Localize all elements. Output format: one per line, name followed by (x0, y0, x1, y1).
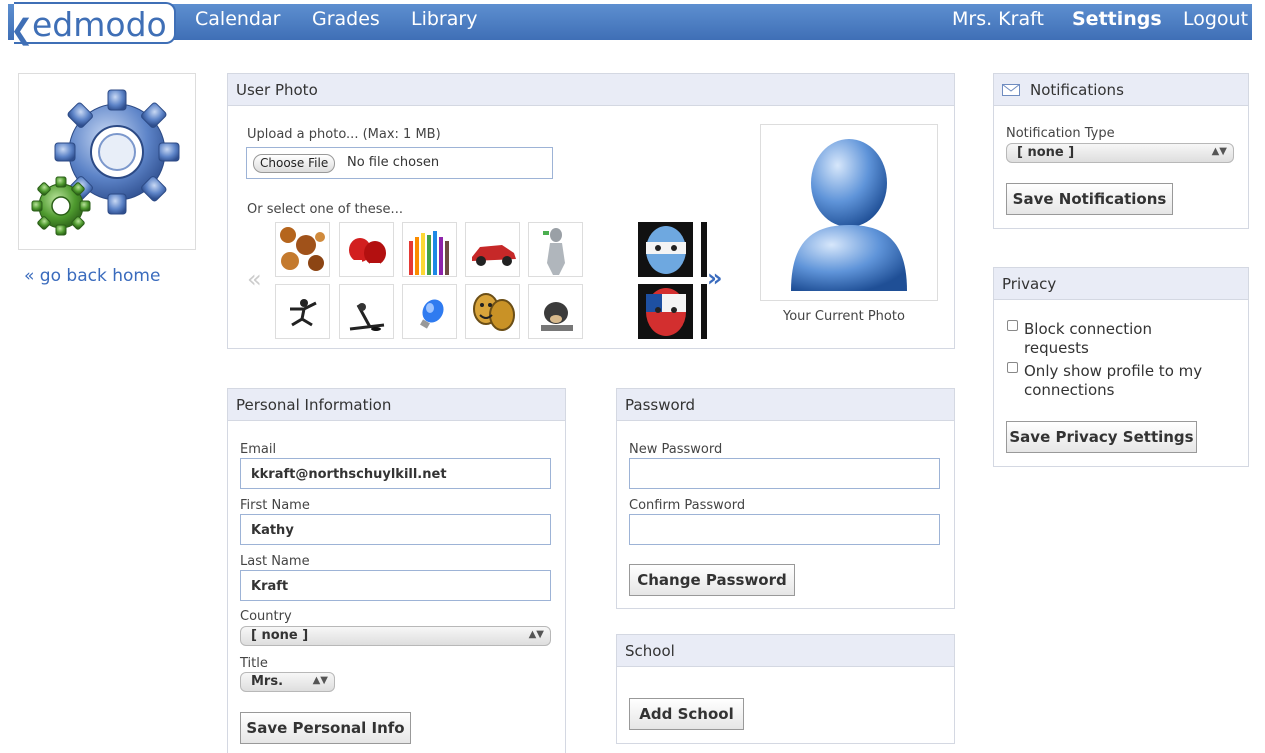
nav-settings-link[interactable]: Settings (1072, 8, 1162, 30)
file-upload-field[interactable]: Choose File No file chosen (246, 147, 553, 179)
school-header: School (617, 635, 954, 667)
boxing-gloves-icon (349, 238, 386, 271)
avatar-option-statue[interactable] (528, 222, 583, 277)
nav-user-name-link[interactable]: Mrs. Kraft (952, 8, 1044, 30)
title-label: Title (240, 656, 268, 671)
only-show-profile-checkbox[interactable] (1007, 362, 1018, 373)
only-show-profile-label-line2: connections (1024, 381, 1115, 399)
avatar-option-dog[interactable] (528, 284, 583, 339)
notifications-header: Notifications (994, 74, 1248, 106)
select-arrows-icon: ▲▼ (528, 629, 544, 640)
choose-file-button[interactable]: Choose File (253, 154, 336, 173)
save-notifications-button[interactable]: Save Notifications (1006, 183, 1173, 215)
avatar-option-dots[interactable] (275, 222, 330, 277)
new-password-field[interactable] (629, 458, 940, 489)
confirm-password-label: Confirm Password (629, 498, 746, 513)
last-name-label: Last Name (240, 554, 310, 569)
previous-photos-arrow[interactable]: « (247, 265, 262, 293)
argentina-face-icon (638, 222, 693, 277)
title-select[interactable]: Mrs. ▲▼ (240, 672, 335, 692)
avatar-option-hockey[interactable] (339, 284, 394, 339)
email-label: Email (240, 442, 277, 457)
save-privacy-settings-button[interactable]: Save Privacy Settings (1006, 421, 1197, 453)
chile-face-icon (638, 284, 693, 339)
dancer-icon (290, 299, 317, 327)
avatar-option-argentina-face[interactable] (638, 222, 693, 277)
country-select[interactable]: [ none ] ▲▼ (240, 626, 551, 646)
user-photo-header: User Photo (228, 74, 954, 106)
email-field[interactable]: kkraft@northschuylkill.net (240, 458, 551, 489)
notification-type-select[interactable]: [ none ] ▲▼ (1006, 143, 1234, 163)
hockey-icon (349, 303, 385, 331)
confirm-password-field[interactable] (629, 514, 940, 545)
settings-gear-image (18, 73, 196, 250)
next-photos-arrow[interactable]: » (707, 264, 723, 292)
upload-photo-label: Upload a photo... (Max: 1 MB) (247, 127, 441, 142)
edmodo-logo[interactable]: ❮ edmodo (10, 2, 176, 46)
nav-grades-link[interactable]: Grades (312, 8, 380, 30)
current-photo-frame (760, 124, 938, 301)
nav-calendar-link[interactable]: Calendar (195, 8, 280, 30)
save-personal-info-button[interactable]: Save Personal Info (240, 712, 411, 744)
password-header: Password (617, 389, 954, 421)
avatar-option-theater-masks[interactable] (465, 284, 520, 339)
avatar-option-boxing-gloves[interactable] (339, 222, 394, 277)
only-show-profile-label-line1: Only show profile to my (1024, 362, 1203, 380)
avatar-option-chile-face[interactable] (638, 284, 693, 339)
avatar-option-pencils[interactable] (402, 222, 457, 277)
default-user-avatar-icon (791, 139, 907, 291)
colored-pencils-icon (409, 231, 449, 275)
logo-chevron-icon: ❮ (10, 13, 34, 46)
envelope-icon (1002, 84, 1020, 96)
block-connection-requests-checkbox[interactable] (1007, 320, 1018, 331)
nav-logout-link[interactable]: Logout (1183, 8, 1248, 30)
brown-bubbles-icon (280, 227, 325, 271)
lightbulb-icon (420, 299, 444, 329)
first-name-field[interactable]: Kathy (240, 514, 551, 545)
country-label: Country (240, 609, 292, 624)
new-password-label: New Password (629, 442, 723, 457)
red-car-icon (472, 245, 516, 266)
top-navigation-bar: ❮ edmodo Calendar Grades Library Mrs. Kr… (0, 0, 1265, 46)
notification-type-label: Notification Type (1006, 126, 1115, 141)
photo-strip-divider (701, 284, 707, 339)
change-password-button[interactable]: Change Password (629, 564, 795, 596)
select-photo-label: Or select one of these... (247, 202, 403, 217)
dog-icon (541, 302, 573, 331)
title-select-value: Mrs. (251, 674, 284, 689)
logo-text: edmodo (32, 5, 167, 44)
avatar-option-dancer[interactable] (275, 284, 330, 339)
personal-information-header: Personal Information (228, 389, 565, 421)
avatar-option-red-car[interactable] (465, 222, 520, 277)
current-photo-caption: Your Current Photo (783, 309, 905, 324)
gear-icon (31, 89, 180, 236)
first-name-label: First Name (240, 498, 310, 513)
block-connection-label-line2: requests (1024, 339, 1089, 357)
nav-library-link[interactable]: Library (411, 8, 477, 30)
avatar-option-lightbulb[interactable] (402, 284, 457, 339)
select-arrows-icon: ▲▼ (1211, 146, 1227, 157)
theater-masks-icon (473, 293, 515, 331)
privacy-header: Privacy (994, 268, 1248, 300)
country-select-value: [ none ] (251, 628, 309, 643)
notification-type-value: [ none ] (1017, 145, 1075, 160)
select-arrows-icon: ▲▼ (312, 675, 328, 686)
statue-icon (543, 228, 565, 275)
block-connection-label-line1: Block connection (1024, 320, 1152, 338)
no-file-chosen-text: No file chosen (347, 155, 440, 170)
go-back-home-link[interactable]: « go back home (24, 266, 160, 286)
add-school-button[interactable]: Add School (629, 698, 744, 730)
last-name-field[interactable]: Kraft (240, 570, 551, 601)
